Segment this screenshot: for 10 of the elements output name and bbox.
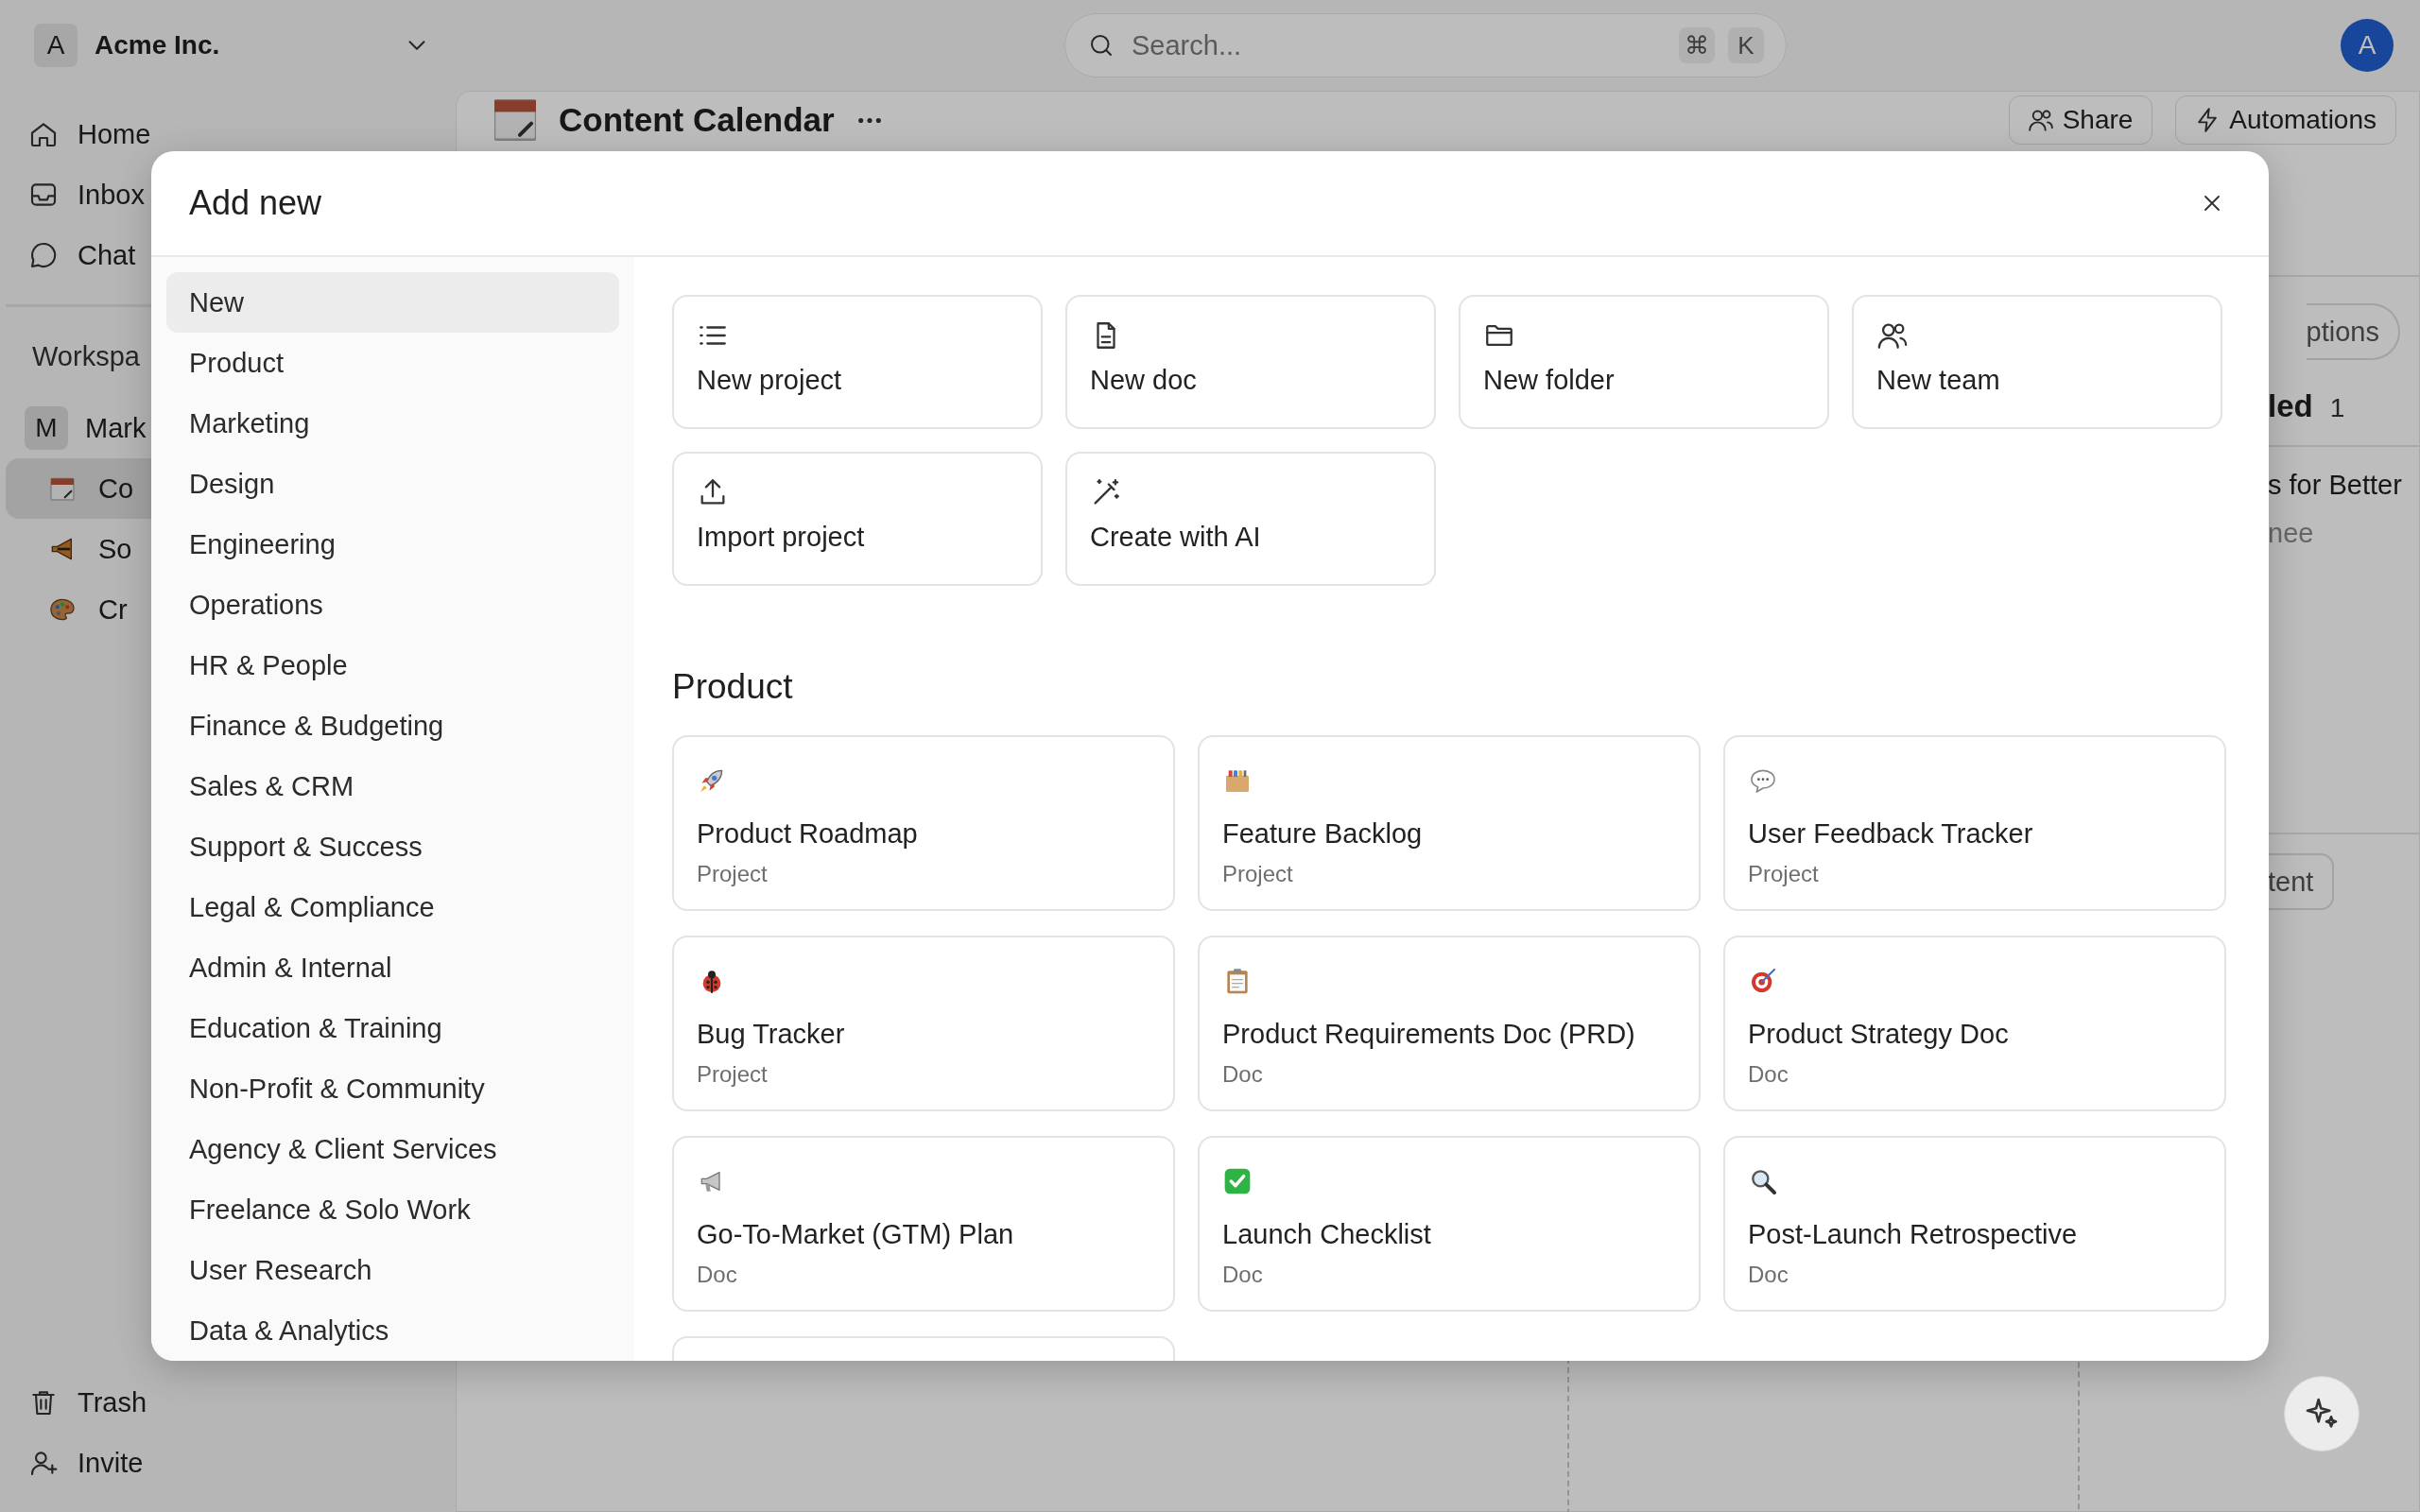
- dialog-title: Add new: [189, 183, 322, 223]
- group-title: led: [2268, 388, 2313, 424]
- section-heading: Workspa: [31, 339, 141, 373]
- shortcut-key: ⌘: [1679, 27, 1715, 63]
- shortcut-key: K: [1728, 27, 1764, 63]
- item-title: s for Better: [2268, 470, 2402, 501]
- page-title: Content Calendar: [559, 101, 835, 139]
- section-heading: Product: [672, 667, 794, 707]
- item-meta: nee: [2268, 518, 2314, 549]
- group-count: 1: [2329, 393, 2345, 423]
